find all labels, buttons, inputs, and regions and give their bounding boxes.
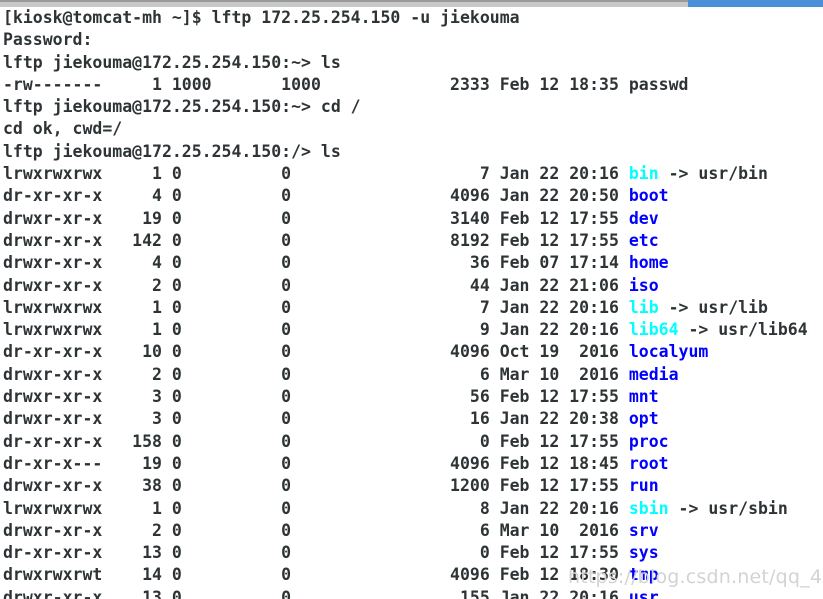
lftp-ls-root-line-text: lftp jiekouma@172.25.254.150:/> ls <box>3 141 341 161</box>
listing-name-etc: etc <box>628 230 659 250</box>
shell-command-line-text: [kiosk@tomcat-mh ~]$ lftp 172.25.254.150… <box>3 8 520 27</box>
listing-metadata: drwxr-xr-x 13 0 0 155 Jan 22 20:16 <box>3 587 629 599</box>
listing-row: dr-xr-xr-x 13 0 0 0 Feb 12 17:55 sys <box>3 542 823 564</box>
listing-metadata: lrwxrwxrwx 1 0 0 9 Jan 22 20:16 <box>3 320 629 340</box>
lftp-ls-home-line: lftp jiekouma@172.25.254.150:~> ls <box>3 52 823 74</box>
listing-metadata: drwxr-xr-x 38 0 0 1200 Feb 12 17:55 <box>3 476 629 496</box>
listing-row: lrwxrwxrwx 1 0 0 8 Jan 22 20:16 sbin -> … <box>3 498 823 520</box>
listing-name-run: run <box>628 476 659 496</box>
listing-metadata: dr-xr-xr-x 158 0 0 0 Feb 12 17:55 <box>3 431 629 451</box>
listing-link-target-lib64: -> usr/lib64 <box>678 320 808 340</box>
listing-row: lrwxrwxrwx 1 0 0 7 Jan 22 20:16 lib -> u… <box>3 297 823 319</box>
listing-name-lib: lib <box>628 297 659 317</box>
listing-row: drwxr-xr-x 3 0 0 56 Feb 12 17:55 mnt <box>3 386 823 408</box>
listing-link-target-bin: -> usr/bin <box>658 164 768 184</box>
lftp-cd-result-line: cd ok, cwd=/ <box>3 118 823 140</box>
listing-row: dr-xr-xr-x 4 0 0 4096 Jan 22 20:50 boot <box>3 185 823 207</box>
listing-name-lib64: lib64 <box>628 320 679 340</box>
listing-row: lrwxrwxrwx 1 0 0 9 Jan 22 20:16 lib64 ->… <box>3 319 823 341</box>
listing-row: drwxr-xr-x 19 0 0 3140 Feb 12 17:55 dev <box>3 208 823 230</box>
listing-metadata: -rw------- 1 1000 1000 2333 Feb 12 18:35 <box>3 74 629 94</box>
listing-name-sbin: sbin <box>628 498 669 518</box>
listing-metadata: lrwxrwxrwx 1 0 0 7 Jan 22 20:16 <box>3 297 629 317</box>
listing-row: drwxr-xr-x 4 0 0 36 Feb 07 17:14 home <box>3 252 823 274</box>
listing-name-localyum: localyum <box>628 342 709 362</box>
listing-row: drwxr-xr-x 142 0 0 8192 Feb 12 17:55 etc <box>3 230 823 252</box>
listing-metadata: drwxr-xr-x 2 0 0 6 Mar 10 2016 <box>3 520 629 540</box>
listing-metadata: drwxrwxrwt 14 0 0 4096 Feb 12 18:30 <box>3 565 629 585</box>
listing-name-mnt: mnt <box>628 387 659 407</box>
password-prompt-line: Password: <box>3 29 823 51</box>
listing-name-root: root <box>628 453 669 473</box>
listing-name-usr: usr <box>628 587 659 599</box>
listing-metadata: lrwxrwxrwx 1 0 0 8 Jan 22 20:16 <box>3 498 629 518</box>
listing-metadata: dr-xr-xr-x 10 0 0 4096 Oct 19 2016 <box>3 342 629 362</box>
listing-name-bin: bin <box>628 164 659 184</box>
lftp-ls-home-line-text: lftp jiekouma@172.25.254.150:~> ls <box>3 52 341 72</box>
listing-metadata: lrwxrwxrwx 1 0 0 7 Jan 22 20:16 <box>3 164 629 184</box>
listing-metadata: dr-xr-xr-x 4 0 0 4096 Jan 22 20:50 <box>3 186 629 206</box>
listing-row: -rw------- 1 1000 1000 2333 Feb 12 18:35… <box>3 74 823 96</box>
listing-row: drwxr-xr-x 2 0 0 44 Jan 22 21:06 iso <box>3 275 823 297</box>
listing-name-iso: iso <box>628 275 659 295</box>
listing-name-opt: opt <box>628 409 659 429</box>
listing-row: dr-xr-xr-x 158 0 0 0 Feb 12 17:55 proc <box>3 431 823 453</box>
lftp-cd-line: lftp jiekouma@172.25.254.150:~> cd / <box>3 96 823 118</box>
listing-name-dev: dev <box>628 208 659 228</box>
lftp-cd-result-line-text: cd ok, cwd=/ <box>3 119 123 139</box>
listing-metadata: drwxr-xr-x 142 0 0 8192 Feb 12 17:55 <box>3 230 629 250</box>
listing-name-tmp: tmp <box>628 565 659 585</box>
listing-row: dr-xr-xr-x 10 0 0 4096 Oct 19 2016 local… <box>3 341 823 363</box>
listing-metadata: dr-xr-x--- 19 0 0 4096 Feb 12 18:45 <box>3 453 629 473</box>
listing-metadata: drwxr-xr-x 2 0 0 6 Mar 10 2016 <box>3 364 629 384</box>
shell-command-line: [kiosk@tomcat-mh ~]$ lftp 172.25.254.150… <box>3 7 823 29</box>
listing-name-passwd: passwd <box>628 74 689 94</box>
listing-row: drwxr-xr-x 2 0 0 6 Mar 10 2016 srv <box>3 520 823 542</box>
lftp-ls-root-line: lftp jiekouma@172.25.254.150:/> ls <box>3 141 823 163</box>
listing-name-home: home <box>628 253 669 273</box>
terminal-window: [kiosk@tomcat-mh ~]$ lftp 172.25.254.150… <box>0 0 823 599</box>
listing-metadata: drwxr-xr-x 4 0 0 36 Feb 07 17:14 <box>3 253 629 273</box>
listing-metadata: drwxr-xr-x 19 0 0 3140 Feb 12 17:55 <box>3 208 629 228</box>
listing-row: lrwxrwxrwx 1 0 0 7 Jan 22 20:16 bin -> u… <box>3 163 823 185</box>
listing-name-sys: sys <box>628 543 659 563</box>
listing-name-srv: srv <box>628 520 659 540</box>
listing-metadata: dr-xr-xr-x 13 0 0 0 Feb 12 17:55 <box>3 543 629 563</box>
password-prompt-line-text: Password: <box>3 30 93 50</box>
listing-row: dr-xr-x--- 19 0 0 4096 Feb 12 18:45 root <box>3 453 823 475</box>
listing-metadata: drwxr-xr-x 2 0 0 44 Jan 22 21:06 <box>3 275 629 295</box>
listing-row: drwxr-xr-x 3 0 0 16 Jan 22 20:38 opt <box>3 408 823 430</box>
title-bar-left-segment <box>0 0 688 7</box>
listing-row: drwxr-xr-x 2 0 0 6 Mar 10 2016 media <box>3 364 823 386</box>
title-bar-right-segment <box>688 0 823 7</box>
listing-name-media: media <box>628 364 679 384</box>
window-title-bar <box>0 0 823 7</box>
listing-row: drwxr-xr-x 38 0 0 1200 Feb 12 17:55 run <box>3 475 823 497</box>
listing-row: drwxrwxrwt 14 0 0 4096 Feb 12 18:30 tmp <box>3 564 823 586</box>
listing-metadata: drwxr-xr-x 3 0 0 56 Feb 12 17:55 <box>3 387 629 407</box>
listing-link-target-sbin: -> usr/sbin <box>668 498 788 518</box>
listing-link-target-lib: -> usr/lib <box>658 297 768 317</box>
listing-metadata: drwxr-xr-x 3 0 0 16 Jan 22 20:38 <box>3 409 629 429</box>
listing-row: drwxr-xr-x 13 0 0 155 Jan 22 20:16 usr <box>3 587 823 599</box>
listing-name-proc: proc <box>628 431 669 451</box>
terminal-output[interactable]: [kiosk@tomcat-mh ~]$ lftp 172.25.254.150… <box>0 7 823 599</box>
lftp-cd-line-text: lftp jiekouma@172.25.254.150:~> cd / <box>3 97 361 117</box>
listing-name-boot: boot <box>628 186 669 206</box>
